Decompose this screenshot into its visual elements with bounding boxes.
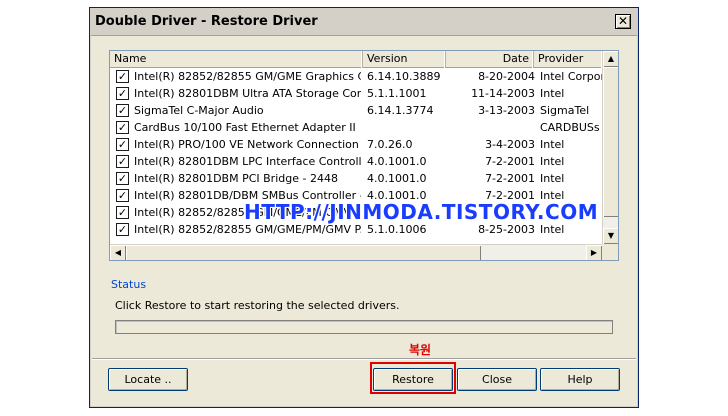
help-button[interactable]: Help <box>540 368 620 391</box>
restore-annotation-label: 복원 <box>409 343 432 357</box>
divider <box>92 358 636 360</box>
driver-provider: SigmaTel <box>540 104 590 117</box>
driver-name: Intel(R) 82801DBM PCI Bridge - 2448 <box>134 172 338 185</box>
driver-name: Intel(R) 82801DBM LPC Interface Controll… <box>134 155 361 168</box>
driver-date <box>450 119 535 136</box>
driver-date: 3-13-2003 <box>478 104 535 117</box>
table-row[interactable]: ✓ Intel(R) 82801DBM LPC Interface Contro… <box>110 153 603 170</box>
scroll-right-icon[interactable]: ▶ <box>586 245 602 260</box>
column-header-version[interactable]: Version <box>363 51 446 68</box>
driver-provider: CARDBUSs <box>540 121 600 134</box>
window-title: Double Driver - Restore Driver <box>95 14 318 29</box>
driver-name: SigmaTel C-Major Audio <box>134 104 264 117</box>
driver-version: 5.1.1.1001 <box>367 87 427 100</box>
driver-date: 8-20-2004 <box>478 70 535 83</box>
status-label: Status <box>111 278 147 291</box>
row-checkbox[interactable]: ✓ <box>116 87 129 100</box>
row-checkbox[interactable]: ✓ <box>116 104 129 117</box>
restore-button[interactable]: Restore <box>373 368 453 391</box>
driver-version <box>367 119 447 136</box>
table-row[interactable]: ✓ Intel(R) PRO/100 VE Network Connection… <box>110 136 603 153</box>
driver-provider: Intel <box>540 155 565 168</box>
row-checkbox[interactable]: ✓ <box>116 138 129 151</box>
scroll-corner <box>602 244 618 260</box>
driver-provider: Intel Corporat <box>540 70 603 83</box>
column-header-date[interactable]: Date <box>446 51 534 68</box>
row-checkbox[interactable]: ✓ <box>116 172 129 185</box>
close-icon[interactable]: ✕ <box>615 14 631 29</box>
table-row[interactable]: ✓ CardBus 10/100 Fast Ethernet Adapter I… <box>110 119 603 136</box>
status-message: Click Restore to start restoring the sel… <box>115 299 400 312</box>
scroll-up-icon[interactable]: ▲ <box>603 51 618 67</box>
title-bar[interactable]: Double Driver - Restore Driver ✕ <box>91 9 637 36</box>
watermark-text: HTTP://JINMODA.TISTORY.COM <box>244 200 599 224</box>
driver-version: 7.0.26.0 <box>367 138 413 151</box>
driver-name: Intel(R) 82852/82855 GM/GME Graphics Con… <box>134 70 361 83</box>
driver-provider: Intel <box>540 172 565 185</box>
row-checkbox[interactable]: ✓ <box>116 121 129 134</box>
driver-name: Intel(R) PRO/100 VE Network Connection <box>134 138 359 151</box>
table-row[interactable]: ✓ SigmaTel C-Major Audio 6.14.1.3774 3-1… <box>110 102 603 119</box>
driver-name: Intel(R) 82801DBM Ultra ATA Storage Cont… <box>134 87 361 100</box>
driver-provider: Intel <box>540 87 565 100</box>
scroll-down-icon[interactable]: ▼ <box>603 228 618 244</box>
horizontal-scroll-thumb[interactable] <box>126 245 481 260</box>
progress-bar <box>115 320 613 334</box>
driver-version: 4.0.1001.0 <box>367 172 427 185</box>
row-checkbox[interactable]: ✓ <box>116 189 129 202</box>
driver-date: 11-14-2003 <box>471 87 535 100</box>
list-header: Name Version Date Provider <box>110 51 603 68</box>
horizontal-scrollbar[interactable]: ◀ ▶ <box>110 244 618 260</box>
row-checkbox[interactable]: ✓ <box>116 155 129 168</box>
driver-version: 4.0.1001.0 <box>367 155 427 168</box>
scroll-left-icon[interactable]: ◀ <box>110 245 126 260</box>
driver-version: 6.14.10.3889 <box>367 70 441 83</box>
row-checkbox[interactable]: ✓ <box>116 223 129 236</box>
driver-date: 3-4-2003 <box>485 138 535 151</box>
row-checkbox[interactable]: ✓ <box>116 206 129 219</box>
column-header-provider[interactable]: Provider <box>534 51 603 68</box>
close-button[interactable]: Close <box>457 368 537 391</box>
locate-button[interactable]: Locate .. <box>108 368 188 391</box>
vertical-scroll-thumb[interactable] <box>603 67 618 217</box>
table-row[interactable]: ✓ Intel(R) 82852/82855 GM/GME Graphics C… <box>110 68 603 85</box>
driver-provider: Intel <box>540 138 565 151</box>
vertical-scrollbar[interactable]: ▲ ▼ <box>602 51 618 244</box>
table-row[interactable]: ✓ Intel(R) 82801DBM Ultra ATA Storage Co… <box>110 85 603 102</box>
driver-name: CardBus 10/100 Fast Ethernet Adapter II <box>134 121 356 134</box>
driver-version: 6.14.1.3774 <box>367 104 434 117</box>
driver-date: 7-2-2001 <box>485 155 535 168</box>
driver-date: 7-2-2001 <box>485 172 535 185</box>
row-checkbox[interactable]: ✓ <box>116 70 129 83</box>
column-header-name[interactable]: Name <box>110 51 363 68</box>
driver-list[interactable]: Name Version Date Provider ✓ Intel(R) 82… <box>109 50 619 261</box>
table-row[interactable]: ✓ Intel(R) 82801DBM PCI Bridge - 2448 4.… <box>110 170 603 187</box>
